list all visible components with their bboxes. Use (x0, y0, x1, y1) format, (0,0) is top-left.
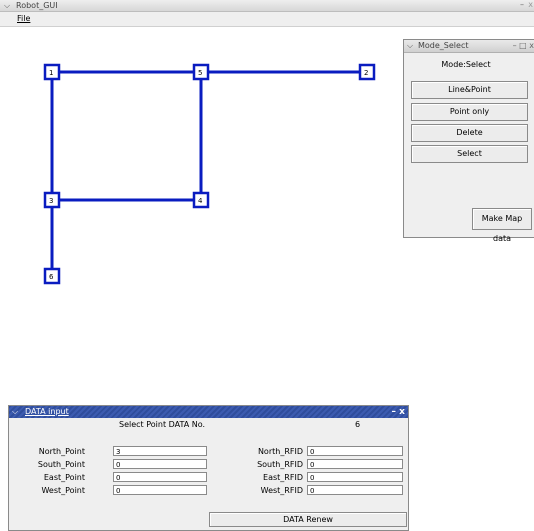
south-point-field[interactable]: 0 (113, 459, 207, 469)
minimize-button[interactable]: – (520, 0, 524, 9)
north-rfid-label: North_RFID (257, 447, 303, 456)
select-button[interactable]: Select (411, 145, 528, 163)
node-1[interactable]: 1 (43, 63, 61, 81)
node-5-label: 5 (198, 69, 202, 77)
window-menu-icon[interactable]: ⌵ (4, 1, 10, 11)
map-nodes: 1 5 2 3 4 6 (43, 63, 376, 285)
west-rfid-label: West_RFID (260, 486, 303, 495)
mode-select-title-bar[interactable]: ⌵ Mode_Select – □ x (404, 40, 534, 53)
node-1-label: 1 (49, 69, 53, 77)
north-point-field[interactable]: 3 (113, 446, 207, 456)
delete-button[interactable]: Delete (411, 124, 528, 142)
south-rfid-field[interactable]: 0 (307, 459, 403, 469)
west-rfid-field[interactable]: 0 (307, 485, 403, 495)
east-rfid-label: East_RFID (263, 473, 303, 482)
point-only-button[interactable]: Point only (411, 103, 528, 121)
west-point-field[interactable]: 0 (113, 485, 207, 495)
select-point-value: 6 (355, 420, 361, 429)
menu-bar: File (0, 12, 534, 27)
node-4[interactable]: 4 (192, 191, 210, 209)
node-2-label: 2 (364, 69, 368, 77)
line-point-button[interactable]: Line&Point (411, 81, 528, 99)
node-6[interactable]: 6 (43, 267, 61, 285)
data-input-title-bar[interactable]: ⌵ DATA input – x (9, 406, 408, 418)
app-title: Robot_GUI (16, 1, 58, 10)
east-point-field[interactable]: 0 (113, 472, 207, 482)
menu-file[interactable]: File (17, 13, 30, 25)
south-rfid-label: South_RFID (257, 460, 303, 469)
south-point-label: South_Point (37, 460, 85, 469)
data-input-title: DATA input (25, 407, 69, 416)
node-2[interactable]: 2 (358, 63, 376, 81)
close-button[interactable]: x (528, 0, 533, 9)
north-point-label: North_Point (38, 447, 85, 456)
window-menu-icon[interactable]: ⌵ (12, 407, 18, 417)
node-5[interactable]: 5 (192, 63, 210, 81)
make-map-data-button[interactable]: Make Map data (472, 208, 532, 243)
west-point-label: West_Point (41, 486, 85, 495)
mode-select-title: Mode_Select (418, 41, 469, 50)
mode-label: Mode:Select (441, 60, 491, 69)
node-6-label: 6 (49, 273, 54, 281)
east-rfid-field[interactable]: 0 (307, 472, 403, 482)
north-rfid-field[interactable]: 0 (307, 446, 403, 456)
east-point-label: East_Point (43, 473, 85, 482)
data-renew-button[interactable]: DATA Renew (209, 512, 407, 527)
mode-select-window: ⌵ Mode_Select – □ x Mode:Select Line&Poi… (403, 39, 534, 243)
node-4-label: 4 (198, 197, 203, 205)
app-title-bar: ⌵ Robot_GUI – x (0, 0, 534, 12)
data-input-window: ⌵ DATA input – x Select Point DATA No. 6… (8, 405, 409, 531)
map-edges (50, 70, 367, 276)
node-3-label: 3 (49, 197, 53, 205)
select-point-label: Select Point DATA No. (119, 420, 206, 429)
window-controls[interactable]: – x (392, 406, 405, 418)
window-menu-icon[interactable]: ⌵ (407, 41, 413, 51)
node-3[interactable]: 3 (43, 191, 61, 209)
window-controls[interactable]: – □ x (513, 40, 534, 52)
